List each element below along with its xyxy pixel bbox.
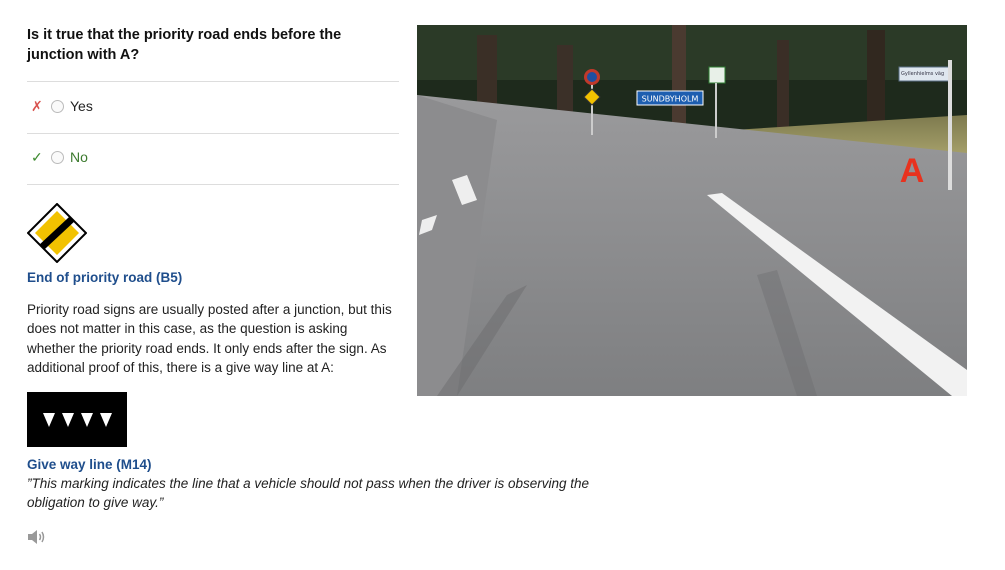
junction-label-a: A xyxy=(900,152,925,190)
radio-no[interactable] xyxy=(51,150,64,164)
divider xyxy=(27,133,399,134)
radio-yes[interactable] xyxy=(51,99,64,113)
marking-caption: Give way line (M14) xyxy=(27,457,152,472)
x-mark-icon: ✗ xyxy=(31,97,43,114)
option-no-label: No xyxy=(70,149,88,165)
street-sign-text: Gyllenhielms väg xyxy=(901,71,944,77)
speaker-icon[interactable] xyxy=(27,528,47,546)
option-no[interactable]: ✓ No xyxy=(27,146,399,168)
explanation-text: Priority road signs are usually posted a… xyxy=(27,302,392,375)
question-text: Is it true that the priority road ends b… xyxy=(27,27,342,63)
sign-caption: End of priority road (B5) xyxy=(27,270,183,285)
divider xyxy=(27,184,399,185)
road-junction-photo: SUNDBYHOLM Gyllenhielms väg A xyxy=(417,25,967,396)
option-yes[interactable]: ✗ Yes xyxy=(27,95,399,117)
check-mark-icon: ✓ xyxy=(31,148,43,165)
divider xyxy=(27,81,399,82)
give-way-line-icon xyxy=(27,392,127,447)
town-sign-text: SUNDBYHOLM xyxy=(642,95,699,104)
end-of-priority-road-sign-icon xyxy=(27,203,87,263)
option-yes-label: Yes xyxy=(70,98,93,114)
marking-quote: ”This marking indicates the line that a … xyxy=(27,476,590,511)
